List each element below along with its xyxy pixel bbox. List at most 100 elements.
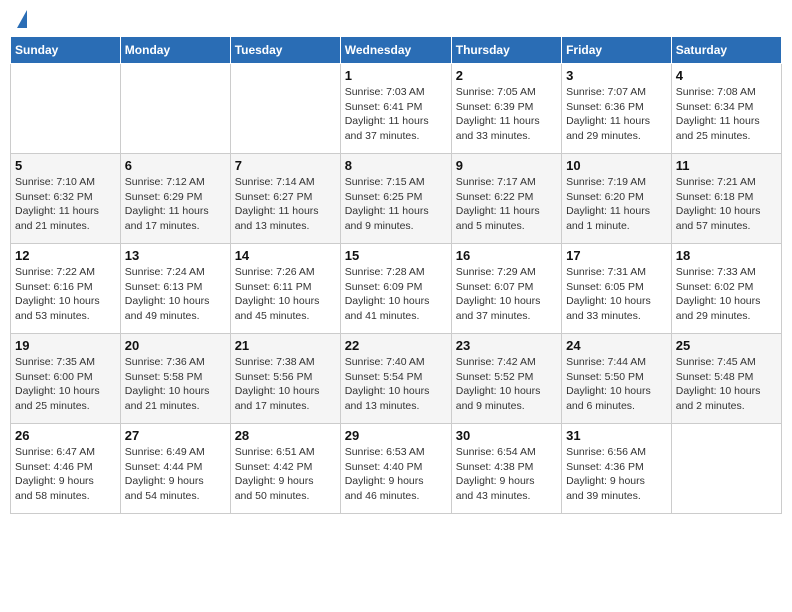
- calendar-cell: 21 Sunrise: 7:38 AM Sunset: 5:56 PM Dayli…: [230, 334, 340, 424]
- day-number: 12: [15, 248, 116, 263]
- calendar-cell: 29 Sunrise: 6:53 AM Sunset: 4:40 PM Dayli…: [340, 424, 451, 514]
- day-number: 19: [15, 338, 116, 353]
- calendar-cell: [230, 64, 340, 154]
- day-number: 25: [676, 338, 777, 353]
- day-number: 8: [345, 158, 447, 173]
- day-info: Sunrise: 7:17 AM Sunset: 6:22 PM Dayligh…: [456, 175, 557, 234]
- calendar-week-5: 26 Sunrise: 6:47 AM Sunset: 4:46 PM Dayli…: [11, 424, 782, 514]
- calendar-cell: 17 Sunrise: 7:31 AM Sunset: 6:05 PM Dayli…: [562, 244, 672, 334]
- calendar-cell: 22 Sunrise: 7:40 AM Sunset: 5:54 PM Dayli…: [340, 334, 451, 424]
- day-info: Sunrise: 6:53 AM Sunset: 4:40 PM Dayligh…: [345, 445, 447, 504]
- calendar-week-1: 1 Sunrise: 7:03 AM Sunset: 6:41 PM Daylig…: [11, 64, 782, 154]
- day-info: Sunrise: 7:10 AM Sunset: 6:32 PM Dayligh…: [15, 175, 116, 234]
- day-number: 28: [235, 428, 336, 443]
- calendar-cell: 11Sunrise: 7:21 AM Sunset: 6:18 PM Dayli…: [671, 154, 781, 244]
- day-number: 17: [566, 248, 667, 263]
- calendar-cell: 24 Sunrise: 7:44 AM Sunset: 5:50 PM Dayli…: [562, 334, 672, 424]
- calendar-cell: 5 Sunrise: 7:10 AM Sunset: 6:32 PM Daylig…: [11, 154, 121, 244]
- calendar-cell: 27Sunrise: 6:49 AM Sunset: 4:44 PM Dayli…: [120, 424, 230, 514]
- day-number: 10: [566, 158, 667, 173]
- day-number: 24: [566, 338, 667, 353]
- day-number: 20: [125, 338, 226, 353]
- calendar-cell: 10 Sunrise: 7:19 AM Sunset: 6:20 PM Dayli…: [562, 154, 672, 244]
- calendar-header: SundayMondayTuesdayWednesdayThursdayFrid…: [11, 37, 782, 64]
- day-number: 6: [125, 158, 226, 173]
- calendar-cell: 26 Sunrise: 6:47 AM Sunset: 4:46 PM Dayli…: [11, 424, 121, 514]
- weekday-header-friday: Friday: [562, 37, 672, 64]
- calendar-week-2: 5 Sunrise: 7:10 AM Sunset: 6:32 PM Daylig…: [11, 154, 782, 244]
- day-info: Sunrise: 7:22 AM Sunset: 6:16 PM Dayligh…: [15, 265, 116, 324]
- day-number: 29: [345, 428, 447, 443]
- day-info: Sunrise: 7:31 AM Sunset: 6:05 PM Dayligh…: [566, 265, 667, 324]
- day-info: Sunrise: 7:26 AM Sunset: 6:11 PM Dayligh…: [235, 265, 336, 324]
- calendar-week-3: 12 Sunrise: 7:22 AM Sunset: 6:16 PM Dayli…: [11, 244, 782, 334]
- day-number: 18: [676, 248, 777, 263]
- day-number: 30: [456, 428, 557, 443]
- day-info: Sunrise: 6:47 AM Sunset: 4:46 PM Dayligh…: [15, 445, 116, 504]
- calendar-cell: 28 Sunrise: 6:51 AM Sunset: 4:42 PM Dayli…: [230, 424, 340, 514]
- day-info: Sunrise: 7:12 AM Sunset: 6:29 PM Dayligh…: [125, 175, 226, 234]
- day-number: 13: [125, 248, 226, 263]
- calendar-cell: 6 Sunrise: 7:12 AM Sunset: 6:29 PM Daylig…: [120, 154, 230, 244]
- day-info: Sunrise: 7:03 AM Sunset: 6:41 PM Dayligh…: [345, 85, 447, 144]
- calendar-cell: 2 Sunrise: 7:05 AM Sunset: 6:39 PM Daylig…: [451, 64, 561, 154]
- day-info: Sunrise: 7:45 AM Sunset: 5:48 PM Dayligh…: [676, 355, 777, 414]
- weekday-row: SundayMondayTuesdayWednesdayThursdayFrid…: [11, 37, 782, 64]
- day-number: 7: [235, 158, 336, 173]
- day-info: Sunrise: 6:51 AM Sunset: 4:42 PM Dayligh…: [235, 445, 336, 504]
- weekday-header-wednesday: Wednesday: [340, 37, 451, 64]
- day-info: Sunrise: 7:35 AM Sunset: 6:00 PM Dayligh…: [15, 355, 116, 414]
- day-info: Sunrise: 7:21 AM Sunset: 6:18 PM Dayligh…: [676, 175, 777, 234]
- calendar-cell: 13 Sunrise: 7:24 AM Sunset: 6:13 PM Dayli…: [120, 244, 230, 334]
- calendar-cell: 1 Sunrise: 7:03 AM Sunset: 6:41 PM Daylig…: [340, 64, 451, 154]
- day-number: 26: [15, 428, 116, 443]
- logo-triangle-icon: [17, 10, 27, 28]
- calendar-cell: 19 Sunrise: 7:35 AM Sunset: 6:00 PM Dayli…: [11, 334, 121, 424]
- day-info: Sunrise: 7:42 AM Sunset: 5:52 PM Dayligh…: [456, 355, 557, 414]
- day-number: 22: [345, 338, 447, 353]
- day-info: Sunrise: 7:28 AM Sunset: 6:09 PM Dayligh…: [345, 265, 447, 324]
- weekday-header-tuesday: Tuesday: [230, 37, 340, 64]
- day-number: 21: [235, 338, 336, 353]
- day-info: Sunrise: 7:15 AM Sunset: 6:25 PM Dayligh…: [345, 175, 447, 234]
- calendar-cell: 18 Sunrise: 7:33 AM Sunset: 6:02 PM Dayli…: [671, 244, 781, 334]
- day-number: 14: [235, 248, 336, 263]
- weekday-header-sunday: Sunday: [11, 37, 121, 64]
- day-info: Sunrise: 7:05 AM Sunset: 6:39 PM Dayligh…: [456, 85, 557, 144]
- calendar-cell: [671, 424, 781, 514]
- day-number: 1: [345, 68, 447, 83]
- calendar-week-4: 19 Sunrise: 7:35 AM Sunset: 6:00 PM Dayli…: [11, 334, 782, 424]
- day-info: Sunrise: 7:07 AM Sunset: 6:36 PM Dayligh…: [566, 85, 667, 144]
- day-number: 4: [676, 68, 777, 83]
- day-info: Sunrise: 7:38 AM Sunset: 5:56 PM Dayligh…: [235, 355, 336, 414]
- calendar-table: SundayMondayTuesdayWednesdayThursdayFrid…: [10, 36, 782, 514]
- calendar-cell: 4Sunrise: 7:08 AM Sunset: 6:34 PM Daylig…: [671, 64, 781, 154]
- calendar-cell: 7Sunrise: 7:14 AM Sunset: 6:27 PM Daylig…: [230, 154, 340, 244]
- day-info: Sunrise: 7:36 AM Sunset: 5:58 PM Dayligh…: [125, 355, 226, 414]
- calendar-cell: 25 Sunrise: 7:45 AM Sunset: 5:48 PM Dayli…: [671, 334, 781, 424]
- calendar-body: 1 Sunrise: 7:03 AM Sunset: 6:41 PM Daylig…: [11, 64, 782, 514]
- day-info: Sunrise: 7:19 AM Sunset: 6:20 PM Dayligh…: [566, 175, 667, 234]
- day-number: 31: [566, 428, 667, 443]
- calendar-cell: 9Sunrise: 7:17 AM Sunset: 6:22 PM Daylig…: [451, 154, 561, 244]
- page-header: [10, 10, 782, 30]
- day-info: Sunrise: 7:40 AM Sunset: 5:54 PM Dayligh…: [345, 355, 447, 414]
- day-number: 2: [456, 68, 557, 83]
- day-number: 15: [345, 248, 447, 263]
- day-number: 23: [456, 338, 557, 353]
- calendar-cell: 31 Sunrise: 6:56 AM Sunset: 4:36 PM Dayli…: [562, 424, 672, 514]
- day-info: Sunrise: 7:33 AM Sunset: 6:02 PM Dayligh…: [676, 265, 777, 324]
- day-info: Sunrise: 6:49 AM Sunset: 4:44 PM Dayligh…: [125, 445, 226, 504]
- calendar-cell: [11, 64, 121, 154]
- calendar-cell: 30 Sunrise: 6:54 AM Sunset: 4:38 PM Dayli…: [451, 424, 561, 514]
- day-info: Sunrise: 6:56 AM Sunset: 4:36 PM Dayligh…: [566, 445, 667, 504]
- weekday-header-monday: Monday: [120, 37, 230, 64]
- day-info: Sunrise: 6:54 AM Sunset: 4:38 PM Dayligh…: [456, 445, 557, 504]
- day-info: Sunrise: 7:44 AM Sunset: 5:50 PM Dayligh…: [566, 355, 667, 414]
- day-info: Sunrise: 7:24 AM Sunset: 6:13 PM Dayligh…: [125, 265, 226, 324]
- calendar-cell: 23 Sunrise: 7:42 AM Sunset: 5:52 PM Dayli…: [451, 334, 561, 424]
- day-number: 5: [15, 158, 116, 173]
- day-info: Sunrise: 7:29 AM Sunset: 6:07 PM Dayligh…: [456, 265, 557, 324]
- calendar-cell: 20 Sunrise: 7:36 AM Sunset: 5:58 PM Dayli…: [120, 334, 230, 424]
- day-number: 3: [566, 68, 667, 83]
